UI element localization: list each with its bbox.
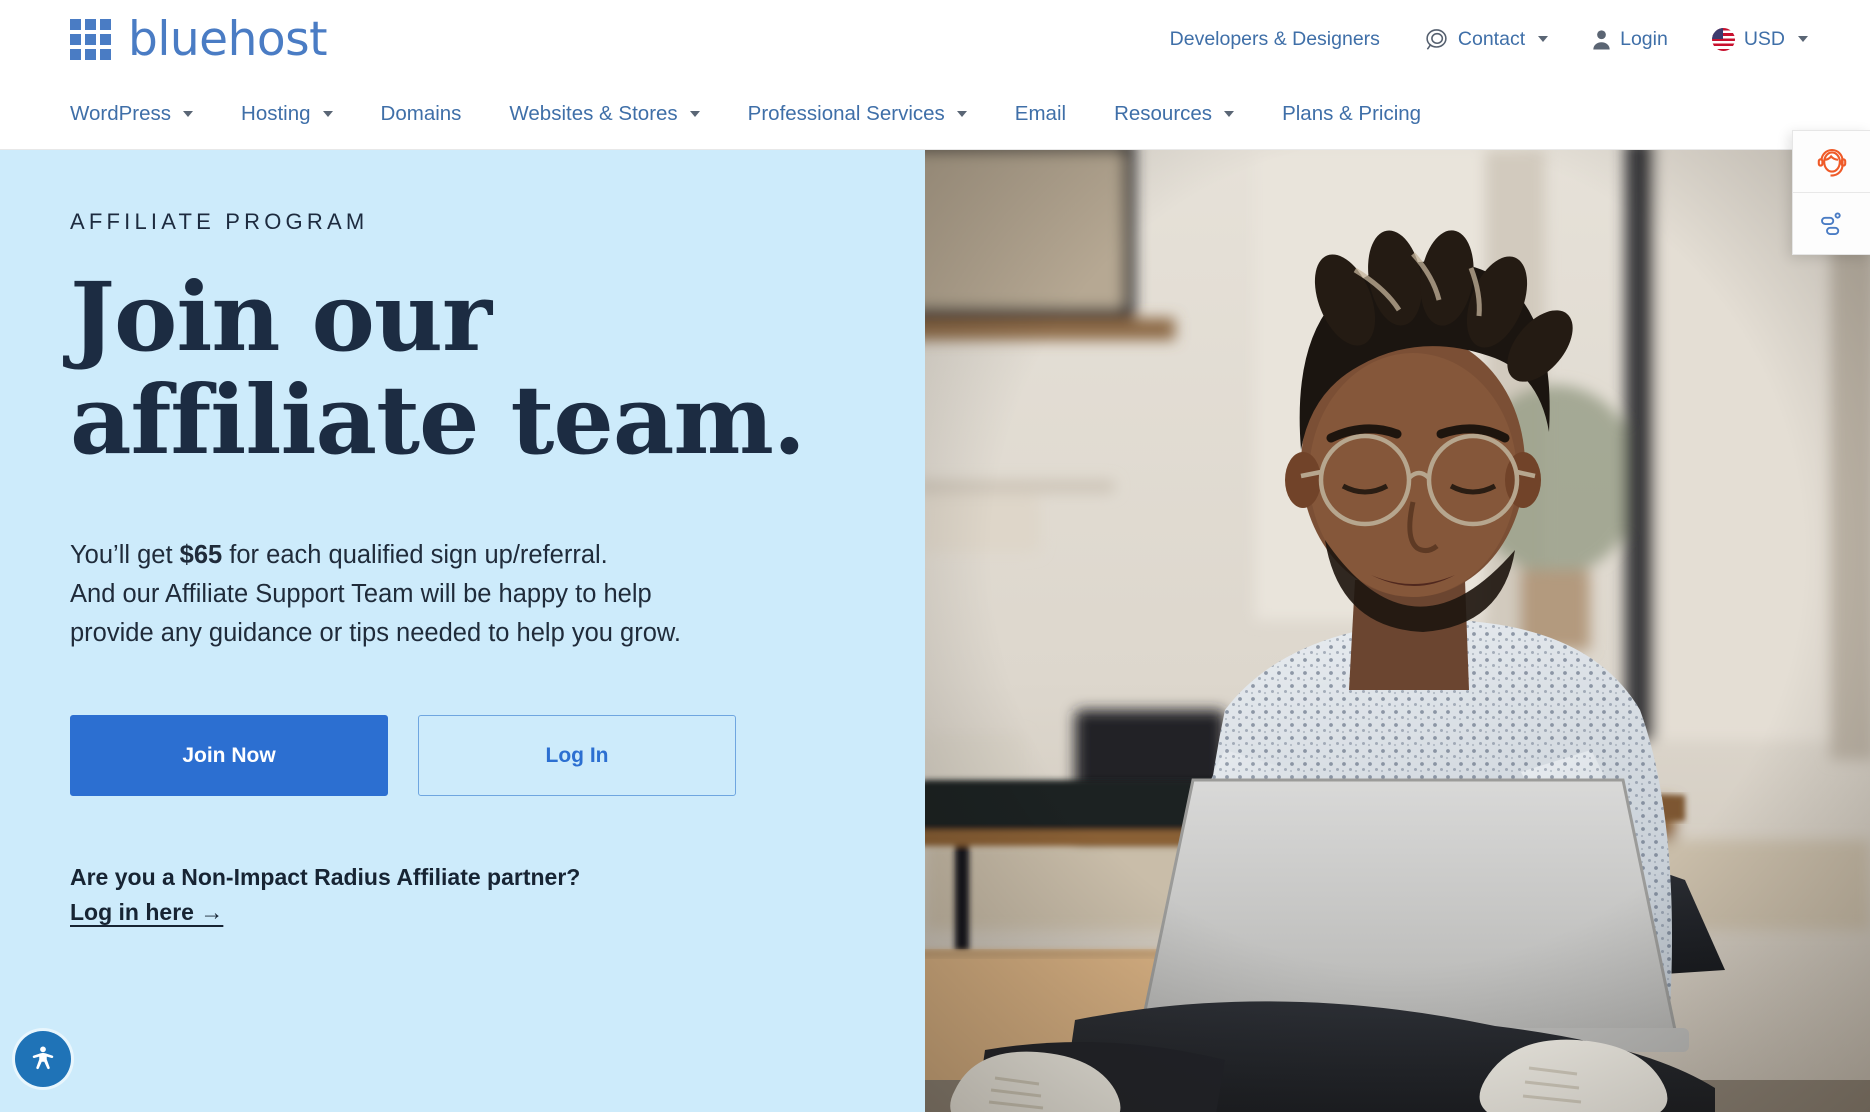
nav-label: Hosting [241, 101, 311, 125]
utility-item-currency[interactable]: USD [1711, 27, 1808, 51]
preferences-button[interactable] [1793, 192, 1870, 254]
hero-cta-row: Join Now Log In [70, 715, 925, 797]
nav-label: Email [1014, 101, 1067, 125]
nav-item-hosting[interactable]: Hosting [241, 102, 333, 126]
utility-item-contact[interactable]: Contact [1424, 27, 1549, 52]
hero-photo [925, 150, 1870, 1112]
grid-3x3-icon [70, 18, 111, 60]
page-root: bluehost Developers & Designers Contact [0, 0, 1870, 1112]
nav-label: Websites & Stores [509, 101, 678, 125]
nav-item-professional-services[interactable]: Professional Services [748, 102, 967, 126]
partner-block: Are you a Non-Impact Radius Affiliate pa… [70, 864, 925, 926]
utility-item-developers-designers[interactable]: Developers & Designers [1170, 28, 1380, 51]
chevron-down-icon [322, 110, 333, 117]
accessibility-widget-button[interactable] [15, 1031, 71, 1087]
chevron-down-icon [956, 110, 967, 117]
accessibility-person-icon [32, 1046, 54, 1070]
chat-bubble-icon [1424, 27, 1449, 52]
floating-side-widget [1792, 130, 1870, 255]
utility-bar: bluehost Developers & Designers Contact [0, 0, 1870, 78]
hero-eyebrow: AFFILIATE PROGRAM [70, 209, 369, 234]
utility-label: USD [1743, 27, 1785, 50]
main-navigation: WordPress Hosting Domains Websites & Sto… [0, 78, 1870, 150]
referral-amount: $65 [179, 541, 223, 570]
chevron-down-icon [183, 110, 194, 117]
nav-item-resources[interactable]: Resources [1114, 101, 1235, 126]
support-chat-button[interactable] [1793, 131, 1870, 192]
subcopy-line-3: provide any guidance or tips needed to h… [70, 619, 682, 648]
nav-item-domains[interactable]: Domains [381, 102, 462, 126]
hero-section: AFFILIATE PROGRAM Join our affiliate tea… [0, 150, 1870, 1112]
support-agent-headset-icon [1817, 148, 1846, 177]
chevron-down-icon [689, 110, 700, 117]
partner-question: Are you a Non-Impact Radius Affiliate pa… [70, 864, 581, 891]
nav-item-email[interactable]: Email [1015, 102, 1066, 126]
person-icon [1592, 29, 1611, 50]
hero-subcopy: You’ll get $65 for each qualified sign u… [70, 536, 920, 653]
join-now-button[interactable]: Join Now [70, 715, 388, 797]
utility-label: Developers & Designers [1169, 27, 1380, 50]
nav-label: WordPress [70, 101, 172, 125]
chevron-down-icon [1224, 110, 1235, 117]
utility-item-login[interactable]: Login [1592, 28, 1668, 51]
subcopy-line-2: And our Affiliate Support Team will be h… [70, 580, 652, 609]
page-title: Join our affiliate team. [70, 262, 806, 476]
us-flag-icon [1711, 27, 1735, 51]
hero-content-panel: AFFILIATE PROGRAM Join our affiliate tea… [0, 150, 925, 1112]
utility-nav: Developers & Designers Contact Login USD [1170, 27, 1808, 52]
nav-label: Domains [380, 101, 462, 125]
nav-label: Plans & Pricing [1282, 101, 1422, 125]
subcopy-text-a: You’ll get [70, 541, 180, 570]
partner-login-link[interactable]: Log in here → [70, 899, 223, 926]
nav-item-wordpress[interactable]: WordPress [70, 101, 194, 126]
bluehost-logo[interactable]: bluehost [70, 11, 328, 67]
subcopy-text-b: for each qualified sign up/referral. [222, 541, 608, 570]
chevron-down-icon [1538, 36, 1549, 42]
utility-label: Login [1620, 27, 1668, 50]
nav-label: Professional Services [747, 101, 945, 125]
utility-label: Contact [1457, 27, 1526, 50]
nav-item-plans-pricing[interactable]: Plans & Pricing [1282, 102, 1421, 126]
hero-image [925, 150, 1870, 1112]
brand-wordmark: bluehost [128, 11, 328, 67]
nav-item-websites-stores[interactable]: Websites & Stores [509, 101, 700, 126]
nav-label: Resources [1114, 101, 1213, 125]
settings-sliders-icon [1820, 211, 1841, 235]
log-in-button[interactable]: Log In [418, 715, 736, 797]
chevron-down-icon [1798, 36, 1808, 42]
